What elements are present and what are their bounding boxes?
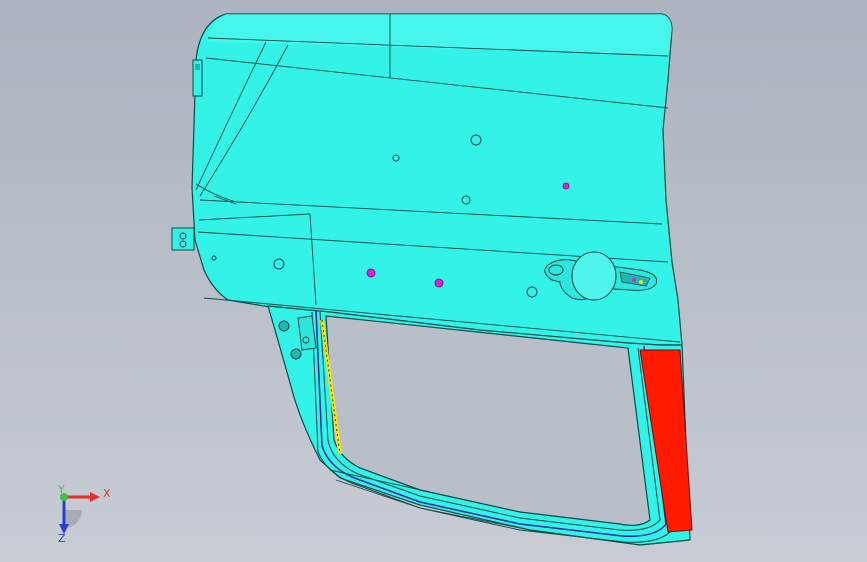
window-opening[interactable] [325,315,651,526]
door-outer-panel[interactable] [191,13,683,346]
x-axis-label: X [103,487,111,500]
orientation-triad[interactable]: X Y Z [57,483,111,545]
y-axis-label: Y [57,483,65,496]
cad-3d-viewport[interactable]: X Y Z [0,0,867,562]
upper-hinge-bracket[interactable] [192,59,203,97]
lower-hinge-bracket[interactable] [171,227,195,251]
z-axis-label: Z [58,532,66,545]
cad-model-canvas[interactable]: X Y Z [0,0,867,562]
